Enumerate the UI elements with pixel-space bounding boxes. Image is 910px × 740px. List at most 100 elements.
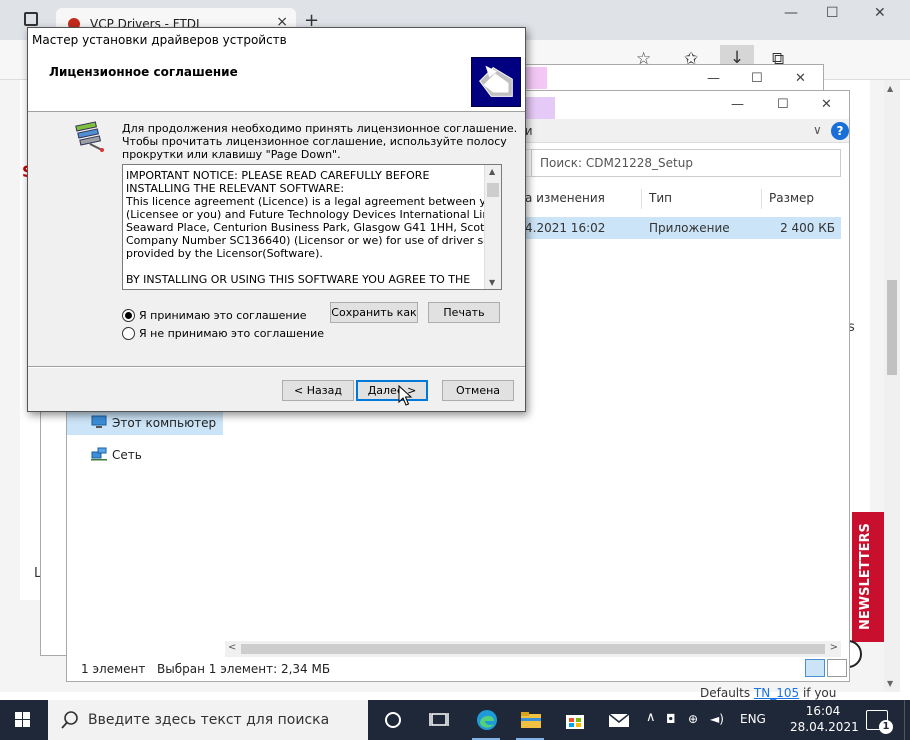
column-type[interactable]: Тип [649, 191, 672, 205]
cancel-button[interactable]: Отмена [442, 380, 514, 401]
status-bar: 1 элемент Выбран 1 элемент: 2,34 МБ [67, 657, 849, 681]
taskbar: Введите здесь текст для поиска ∧ ◘ ⊕ ◄) … [0, 700, 910, 740]
edge-icon [477, 710, 497, 730]
browser-tab-actions-icon[interactable] [24, 12, 38, 26]
explorer-close-button[interactable]: ✕ [821, 97, 832, 112]
license-scrollbar[interactable]: ▲ ▼ [484, 165, 501, 289]
scroll-right-icon[interactable]: > [830, 642, 838, 653]
explorer-back-close-button[interactable]: ✕ [795, 71, 806, 86]
browser-close-button[interactable]: ✕ [874, 5, 886, 21]
next-button[interactable]: Далее > [356, 380, 428, 401]
windows-logo-icon [15, 720, 22, 727]
help-icon[interactable]: ? [831, 122, 849, 140]
accept-radio[interactable]: Я принимаю это соглашение [122, 308, 342, 324]
clock[interactable]: 16:04 28.04.2021 [790, 703, 859, 735]
notifications-icon[interactable]: 1 [866, 710, 893, 734]
browser-maximize-button[interactable]: ☐ [826, 5, 839, 21]
store-taskbar-button[interactable] [552, 700, 596, 740]
column-date-modified[interactable]: а изменения [525, 191, 605, 205]
ribbon-context-highlight [525, 97, 555, 119]
edge-taskbar-button[interactable] [464, 700, 508, 740]
search-box[interactable]: Поиск: CDM21228_Setup [531, 149, 841, 177]
scroll-thumb[interactable] [487, 183, 499, 197]
status-item-count: 1 элемент [81, 662, 146, 676]
tn105-link[interactable]: TN_105 [754, 686, 799, 700]
network-tray-icon[interactable]: ⊕ [688, 712, 698, 726]
horizontal-scrollbar[interactable]: < > [225, 641, 841, 657]
scroll-thumb[interactable] [887, 280, 897, 375]
scroll-thumb[interactable] [241, 644, 825, 654]
navigation-pane: Этот компьютер Сеть [67, 411, 223, 641]
decline-radio-button[interactable] [122, 327, 135, 340]
taskbar-search-box[interactable]: Введите здесь текст для поиска [48, 700, 368, 740]
windows-logo-icon [15, 712, 22, 719]
mail-icon [608, 713, 630, 727]
explorer-minimize-button[interactable]: — [731, 97, 744, 112]
license-textbox[interactable]: IMPORTANT NOTICE: PLEASE READ CAREFULLY … [122, 164, 502, 290]
volume-icon[interactable]: ◄) [710, 712, 724, 726]
decline-radio[interactable]: Я не принимаю это соглашение [122, 326, 342, 342]
input-language[interactable]: ENG [740, 712, 766, 726]
cortana-button[interactable] [370, 700, 414, 740]
mail-taskbar-button[interactable] [596, 700, 640, 740]
license-line: Seaward Place, Centurion Business Park, … [126, 221, 502, 234]
dialog-header: Лицензионное соглашение [28, 52, 525, 112]
nav-item-label: Сеть [112, 448, 142, 462]
file-explorer-icon [521, 712, 541, 728]
scroll-up-icon[interactable]: ▲ [887, 84, 893, 93]
search-icon [61, 711, 78, 729]
browser-scrollbar[interactable]: ▲ ▼ [884, 80, 900, 692]
scroll-down-icon[interactable]: ▼ [887, 679, 893, 688]
explorer-back-maximize-button[interactable]: ☐ [751, 71, 763, 86]
file-explorer-taskbar-button[interactable] [508, 700, 552, 740]
start-button[interactable] [0, 700, 46, 740]
tray-overflow-icon[interactable]: ∧ [646, 710, 656, 725]
explorer-back-minimize-button[interactable]: — [707, 71, 720, 86]
accept-radio-label[interactable]: Я принимаю это соглашение [139, 309, 307, 322]
decline-radio-label[interactable]: Я не принимаю это соглашение [139, 327, 324, 340]
notification-count-badge: 1 [879, 720, 893, 734]
license-line: This licence agreement (Licence) is a le… [126, 195, 500, 208]
back-button[interactable]: < Назад [282, 380, 354, 401]
license-line: (Licensee or you) and Future Technology … [126, 208, 502, 221]
large-icons-view-icon[interactable] [827, 659, 847, 677]
save-as-button[interactable]: Сохранить как [330, 302, 418, 323]
license-line [126, 260, 482, 273]
newsletters-label: NEWSLETTERS [858, 523, 873, 630]
meet-now-icon[interactable]: ◘ [666, 712, 676, 726]
show-desktop-button[interactable] [904, 700, 910, 740]
accept-radio-button[interactable] [122, 309, 135, 322]
windows-logo-icon [23, 712, 30, 719]
scroll-up-icon[interactable]: ▲ [489, 167, 495, 176]
windows-logo-icon [23, 720, 30, 727]
column-size[interactable]: Размер [769, 191, 814, 205]
browser-minimize-button[interactable]: — [784, 5, 798, 21]
intro-line: Для продолжения необходимо принять лицен… [122, 122, 518, 135]
ribbon-expand-icon[interactable]: ∨ [813, 123, 822, 137]
intro-text: Для продолжения необходимо принять лицен… [122, 122, 517, 161]
column-divider [761, 189, 762, 209]
file-type: Приложение [649, 221, 730, 235]
driver-install-dialog: Мастер установки драйверов устройств Лиц… [27, 27, 526, 412]
dialog-divider-highlight [28, 367, 525, 368]
search-placeholder: Поиск: CDM21228_Setup [540, 156, 693, 170]
mouse-cursor-icon [398, 385, 412, 406]
print-button[interactable]: Печать [428, 302, 500, 323]
scroll-left-icon[interactable]: < [228, 642, 236, 653]
wizard-logo-icon [471, 57, 521, 107]
task-view-icon [429, 713, 449, 726]
intro-line: прокрутки или клавишу "Page Down". [122, 148, 341, 161]
license-line: BY INSTALLING OR USING THIS SOFTWARE YOU… [126, 273, 471, 286]
file-row[interactable]: 4.2021 16:02 Приложение 2 400 КБ [525, 217, 841, 239]
system-tray: ∧ ◘ ⊕ ◄) ENG [640, 700, 790, 740]
clock-time: 16:04 [805, 704, 841, 718]
explorer-maximize-button[interactable]: ☐ [777, 97, 789, 112]
task-view-button[interactable] [416, 700, 460, 740]
nav-item-this-pc[interactable]: Этот компьютер [67, 411, 223, 435]
details-view-icon[interactable] [805, 659, 825, 677]
intro-line: Чтобы прочитать лицензионное соглашение,… [122, 135, 507, 148]
computer-icon [91, 415, 107, 428]
nav-item-network[interactable]: Сеть [67, 443, 223, 467]
scroll-down-icon[interactable]: ▼ [489, 278, 495, 287]
newsletters-button[interactable]: NEWSLETTERS [852, 512, 884, 642]
